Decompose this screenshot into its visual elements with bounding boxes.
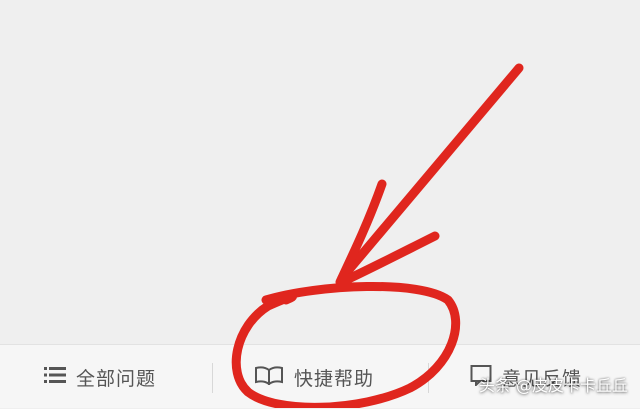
arrow-shaft	[337, 63, 524, 283]
arrow-head-right	[337, 231, 440, 287]
watermark-platform: 头条	[478, 376, 511, 395]
tab-divider	[428, 363, 429, 393]
tab-quick-help-label: 快捷帮助	[294, 367, 375, 390]
tab-quick-help[interactable]: 快捷帮助	[254, 345, 374, 409]
tab-divider	[212, 363, 213, 393]
tab-all-questions[interactable]: 全部问题	[44, 345, 156, 409]
watermark: 头条 @皮皮卡卡丘丘	[479, 372, 628, 396]
app-screen: 全部问题 快捷帮助 意见反馈 头条 @皮皮卡卡丘丘	[0, 0, 640, 408]
tab-all-questions-label: 全部问题	[76, 367, 157, 390]
book-icon	[254, 365, 284, 390]
arrow-head-left	[335, 179, 387, 287]
watermark-author: @皮皮卡卡丘丘	[515, 376, 628, 395]
list-icon	[44, 365, 66, 390]
